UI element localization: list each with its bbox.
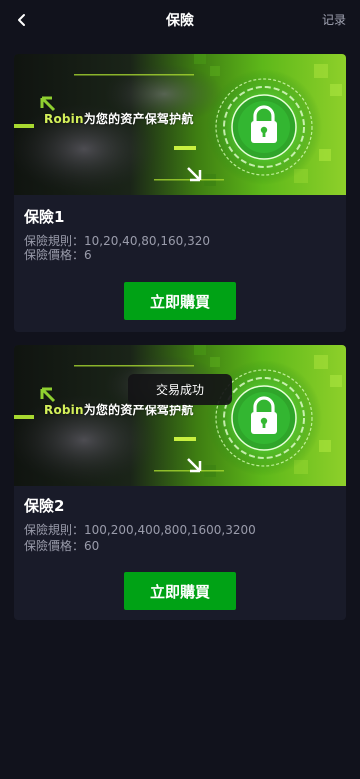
top-nav-bar: 保險 记录: [0, 0, 360, 40]
banner-slogan: Robin为您的资产保驾护航: [44, 110, 194, 127]
insurance-price: 保險價格：6: [24, 248, 92, 262]
rule-label: 保險規則：: [24, 234, 85, 248]
insurance-title: 保險1: [24, 208, 65, 226]
banner-brand: Robin: [44, 403, 84, 417]
rule-label: 保險規則：: [24, 523, 85, 537]
price-value: 60: [84, 539, 100, 553]
record-link[interactable]: 记录: [322, 11, 346, 28]
insurance-title: 保險2: [24, 497, 65, 515]
insurance-rule: 保險規則：100,200,400,800,1600,3200: [24, 523, 256, 537]
banner-slogan-text: 为您的资产保驾护航: [83, 403, 194, 417]
chevron-left-icon: [18, 14, 25, 26]
price-label: 保險價格：: [24, 248, 85, 262]
banner-slogan-text: 为您的资产保驾护航: [83, 112, 194, 126]
banner-brand: Robin: [44, 112, 84, 126]
insurance-rule: 保險規則：10,20,40,80,160,320: [24, 234, 210, 248]
insurance-banner: Robin为您的资产保驾护航: [14, 345, 346, 486]
success-toast: 交易成功: [128, 374, 232, 405]
price-label: 保險價格：: [24, 539, 85, 553]
buy-now-button[interactable]: 立即購買: [124, 282, 236, 320]
rule-value: 10,20,40,80,160,320: [84, 234, 210, 248]
back-button[interactable]: [10, 8, 34, 32]
page-title: 保險: [166, 13, 194, 29]
insurance-price: 保險價格：60: [24, 539, 99, 553]
rule-value: 100,200,400,800,1600,3200: [84, 523, 256, 537]
price-value: 6: [84, 248, 92, 262]
insurance-card-1: Robin为您的资产保驾护航 保險1 保險規則：10,20,40,80,160,…: [14, 54, 346, 332]
insurance-banner: Robin为您的资产保驾护航: [14, 54, 346, 195]
buy-now-button[interactable]: 立即購買: [124, 572, 236, 610]
